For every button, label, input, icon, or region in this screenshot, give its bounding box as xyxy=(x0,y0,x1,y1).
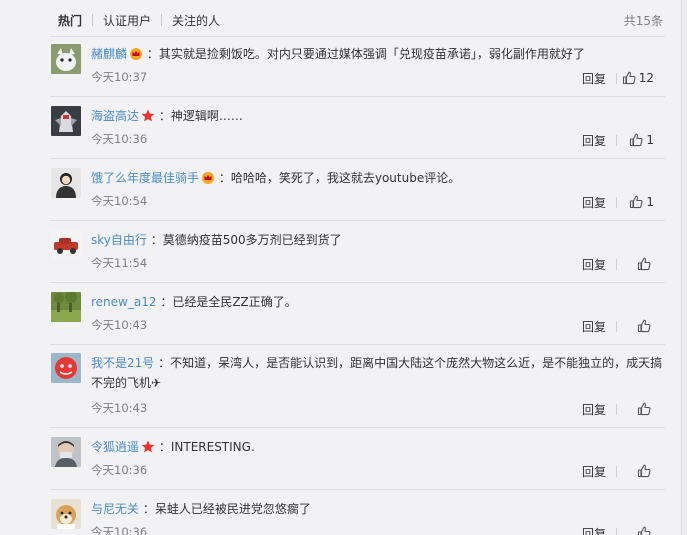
thumbs-up-icon xyxy=(637,319,651,333)
comment-text: ：神逻辑啊…… xyxy=(158,109,243,123)
comment-tabs: 热门 认证用户 关注的人 xyxy=(58,11,220,29)
like-button[interactable] xyxy=(637,526,654,535)
reply-button[interactable]: 回复 xyxy=(582,70,606,87)
divider xyxy=(50,489,665,490)
comment-line: 与尼无关 ：呆蛙人已经被民进党忽悠瘸了 xyxy=(91,500,667,518)
comment-username[interactable]: 令狐逍遥 xyxy=(91,440,139,454)
avatar[interactable] xyxy=(51,230,81,260)
vip-crown-icon[interactable] xyxy=(201,171,215,189)
comment-item: 我不是21号 ：不知道，呆湾人，是否能认识到，距离中国大陆这个庞然大物这么近，是… xyxy=(0,353,681,425)
like-button[interactable] xyxy=(637,464,654,478)
avatar[interactable] xyxy=(51,292,81,322)
comment-time: 今天10:43 xyxy=(91,401,148,415)
action-divider xyxy=(616,73,617,84)
thumbs-up-icon xyxy=(630,195,643,209)
action-divider xyxy=(616,197,617,208)
action-divider xyxy=(616,135,617,146)
tab-divider xyxy=(161,14,163,26)
like-button[interactable]: 12 xyxy=(622,71,654,85)
thumbs-up-icon xyxy=(637,402,651,416)
comment-time: 今天10:37 xyxy=(91,70,148,84)
thumbs-up-icon xyxy=(637,257,651,271)
comment-line: 我不是21号 ：不知道，呆湾人，是否能认识到，距离中国大陆这个庞然大物这么近，是… xyxy=(91,353,667,393)
vip-crown-icon[interactable] xyxy=(129,47,143,65)
comment-username[interactable]: renew_a12 xyxy=(91,295,156,309)
comment-time: 今天10:54 xyxy=(91,194,148,208)
avatar[interactable] xyxy=(51,44,81,74)
like-button[interactable] xyxy=(637,402,654,416)
divider xyxy=(50,282,665,283)
comment-time: 今天11:54 xyxy=(91,256,148,270)
avatar[interactable] xyxy=(51,168,81,198)
comment-text: ：INTERESTING. xyxy=(158,440,255,454)
divider xyxy=(50,96,665,97)
comment-panel: 热门 认证用户 关注的人 共15条 赭麒麟 ：其实就是捡剩饭吃。对内只要通过媒体… xyxy=(0,0,682,535)
divider xyxy=(50,344,665,345)
comment-username[interactable]: sky自由行 xyxy=(91,233,147,247)
comment-line: 饿了么年度最佳骑手 ：哈哈哈，笑死了，我这就去youtube评论。 xyxy=(91,169,667,189)
divider xyxy=(50,427,665,428)
comment-total-count: 共15条 xyxy=(623,14,663,28)
comment-username[interactable]: 我不是21号 xyxy=(91,356,154,370)
comment-item: 与尼无关 ：呆蛙人已经被民进党忽悠瘸了 今天10:36 回复 xyxy=(0,499,681,535)
reply-button[interactable]: 回复 xyxy=(582,132,606,149)
like-button[interactable] xyxy=(637,319,654,333)
thumbs-up-icon xyxy=(637,526,651,535)
like-count: 1 xyxy=(646,195,654,209)
tab-divider xyxy=(92,14,94,26)
comment-line: 海盗高达 ：神逻辑啊…… xyxy=(91,107,667,127)
tab-following[interactable]: 关注的人 xyxy=(172,12,220,29)
comment-text: ：哈哈哈，笑死了，我这就去youtube评论。 xyxy=(218,171,461,185)
comment-username[interactable]: 饿了么年度最佳骑手 xyxy=(91,171,199,185)
action-divider xyxy=(616,259,617,270)
comment-text: ：呆蛙人已经被民进党忽悠瘸了 xyxy=(142,502,311,516)
tab-hot[interactable]: 热门 xyxy=(58,12,82,29)
reply-button[interactable]: 回复 xyxy=(582,318,606,335)
divider xyxy=(50,36,665,37)
comment-line: 赭麒麟 ：其实就是捡剩饭吃。对内只要通过媒体强调「兑现疫苗承诺」，弱化副作用就好… xyxy=(91,45,667,65)
action-divider xyxy=(616,321,617,332)
avatar[interactable] xyxy=(51,437,81,467)
reply-button[interactable]: 回复 xyxy=(582,256,606,273)
comment-time: 今天10:36 xyxy=(91,132,148,146)
avatar[interactable] xyxy=(51,106,81,136)
comment-text: ：已经是全民ZZ正确了。 xyxy=(160,295,297,309)
reply-button[interactable]: 回复 xyxy=(582,525,606,535)
like-button[interactable] xyxy=(637,257,654,271)
divider xyxy=(50,220,665,221)
avatar[interactable] xyxy=(51,353,81,383)
like-count: 1 xyxy=(646,133,654,147)
like-count: 12 xyxy=(638,71,654,85)
comment-line: 令狐逍遥 ：INTERESTING. xyxy=(91,438,667,458)
action-divider xyxy=(616,528,617,535)
like-button[interactable]: 1 xyxy=(629,133,654,147)
reply-button[interactable]: 回复 xyxy=(582,401,606,418)
comment-line: renew_a12 ：已经是全民ZZ正确了。 xyxy=(91,293,667,311)
reply-button[interactable]: 回复 xyxy=(582,463,606,480)
thumbs-up-icon xyxy=(622,71,636,85)
action-divider xyxy=(616,404,617,415)
avatar[interactable] xyxy=(51,499,81,529)
comment-username[interactable]: 与尼无关 xyxy=(91,502,139,516)
comment-username[interactable]: 赭麒麟 xyxy=(91,47,127,61)
reply-button[interactable]: 回复 xyxy=(582,194,606,211)
tab-verified-users[interactable]: 认证用户 xyxy=(103,12,151,29)
thumbs-up-icon xyxy=(637,464,651,478)
comment-time: 今天10:36 xyxy=(91,525,148,535)
comment-line: sky自由行 ：莫德纳疫苗500多万剂已经到货了 xyxy=(91,231,667,249)
comment-text: ：莫德纳疫苗500多万剂已经到货了 xyxy=(150,233,342,247)
like-button[interactable]: 1 xyxy=(629,195,654,209)
comment-text: ：其实就是捡剩饭吃。对内只要通过媒体强调「兑现疫苗承诺」，弱化副作用就好了 xyxy=(146,47,585,61)
vip-star-icon[interactable] xyxy=(141,440,155,458)
divider xyxy=(50,158,665,159)
comment-time: 今天10:43 xyxy=(91,318,148,332)
comment-time: 今天10:36 xyxy=(91,463,148,477)
thumbs-up-icon xyxy=(630,133,643,147)
action-divider xyxy=(616,466,617,477)
vip-star-icon[interactable] xyxy=(141,109,155,127)
comment-username[interactable]: 海盗高达 xyxy=(91,109,139,123)
comment-text: ：不知道，呆湾人，是否能认识到，距离中国大陆这个庞然大物这么近，是不能独立的，成… xyxy=(91,356,663,390)
